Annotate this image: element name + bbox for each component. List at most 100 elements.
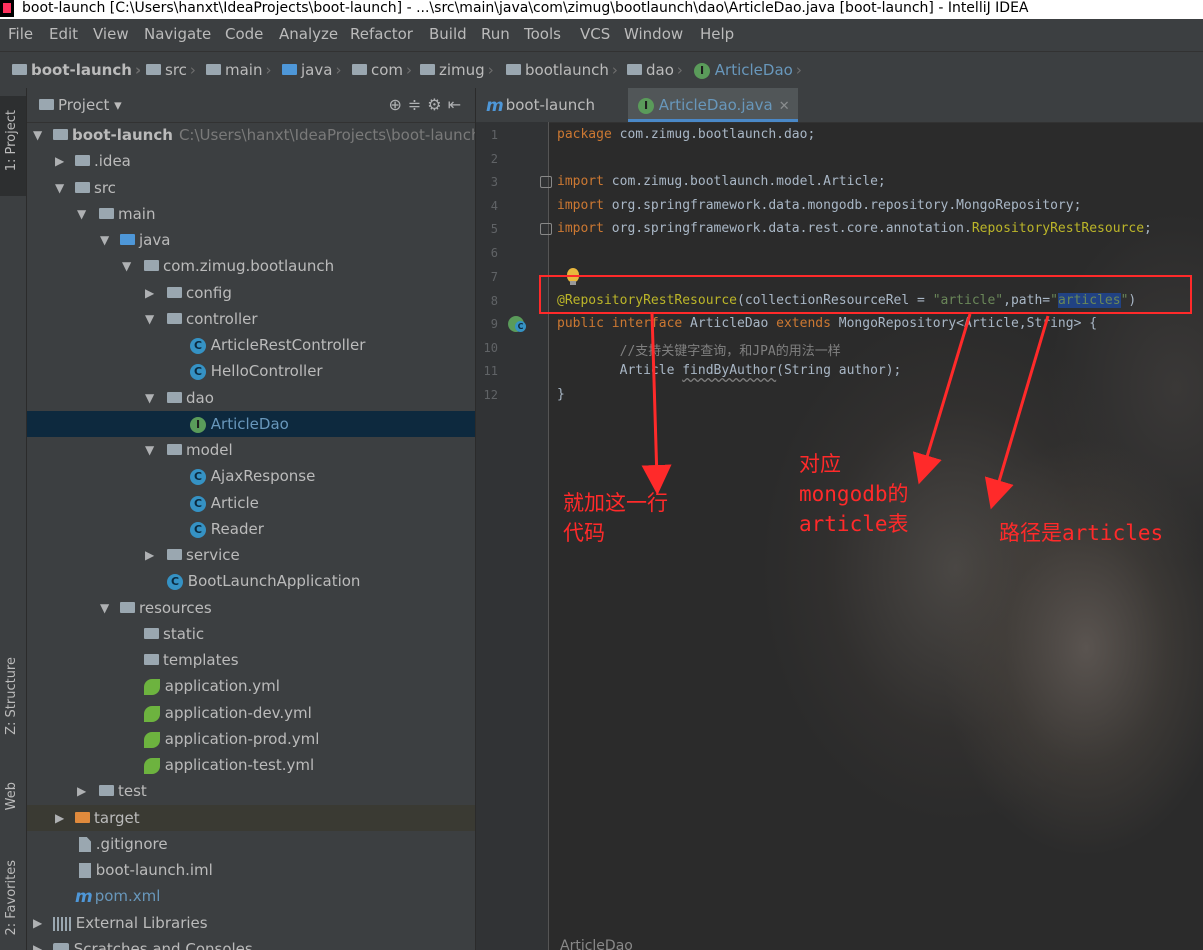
line-number: 3: [490, 175, 498, 189]
tree-item[interactable]: C AjaxResponse: [27, 463, 475, 489]
tab-articledao[interactable]: I ArticleDao.java ✕: [628, 88, 798, 122]
menu-tools[interactable]: Tools: [524, 25, 561, 43]
fold-marker-icon[interactable]: [540, 223, 552, 235]
tree-item-selected[interactable]: I ArticleDao: [27, 411, 475, 437]
tree-item[interactable]: ▼ dao: [27, 385, 475, 411]
bottom-breadcrumb[interactable]: ArticleDao: [560, 938, 633, 950]
menu-edit[interactable]: Edit: [49, 25, 78, 43]
tree-item[interactable]: C Article: [27, 490, 475, 516]
folder-icon: [75, 155, 90, 166]
folder-icon: [146, 64, 161, 75]
menu-vcs[interactable]: VCS: [580, 25, 610, 43]
crumb-src[interactable]: src ›: [146, 61, 199, 79]
tab-boot-launch[interactable]: m boot-launch: [486, 88, 626, 122]
tree-item[interactable]: ▶ .idea: [27, 148, 475, 174]
tree-item[interactable]: C Reader: [27, 516, 475, 542]
implementation-gutter-icon[interactable]: [508, 316, 526, 332]
tree-item[interactable]: ▶ config: [27, 280, 475, 306]
tree-item[interactable]: C BootLaunchApplication: [27, 568, 475, 594]
tree-label: model: [186, 441, 233, 459]
collapse-icon[interactable]: ≑: [408, 95, 427, 114]
crumb-boot-launch[interactable]: boot-launch ›: [12, 61, 144, 79]
tree-item[interactable]: .gitignore: [27, 831, 475, 857]
crumb-main[interactable]: main ›: [206, 61, 274, 79]
locate-icon[interactable]: ⊕: [388, 95, 407, 114]
crumb-label: java: [301, 61, 333, 79]
tree-item[interactable]: C ArticleRestController: [27, 332, 475, 358]
menu-file[interactable]: File: [8, 25, 33, 43]
tree-label: .gitignore: [95, 835, 168, 853]
tool-tab-project[interactable]: 1: Project: [0, 96, 26, 196]
crumb-articledao[interactable]: I ArticleDao ›: [694, 61, 805, 79]
tree-label: boot-launch: [72, 126, 173, 144]
maven-icon: m: [75, 886, 93, 907]
tree-item[interactable]: application-prod.yml: [27, 726, 475, 752]
highlight-box: [539, 275, 1192, 314]
menu-code[interactable]: Code: [225, 25, 263, 43]
line-number: 1: [490, 128, 498, 142]
tool-tab-web[interactable]: Web: [0, 778, 26, 828]
tree-item[interactable]: boot-launch.iml: [27, 857, 475, 883]
menu-analyze[interactable]: Analyze: [279, 25, 338, 43]
tree-label: Scratches and Consoles: [73, 940, 253, 950]
folder-icon: [75, 182, 90, 193]
menu-bar: File Edit View Navigate Code Analyze Ref…: [0, 19, 1203, 51]
code-line-10: //支持关键字查询，和JPA的用法一样: [557, 344, 841, 359]
tree-item[interactable]: ▶ Scratches and Consoles: [27, 936, 475, 950]
package-icon: [167, 444, 182, 455]
tree-item[interactable]: ▶ External Libraries: [27, 910, 475, 936]
tool-tab-structure[interactable]: Z: Structure: [0, 653, 26, 753]
tree-item[interactable]: C HelloController: [27, 358, 475, 384]
tree-item[interactable]: application-test.yml: [27, 752, 475, 778]
tree-root[interactable]: ▼ boot-launch C:\Users\hanxt\IdeaProjects\…: [27, 122, 475, 148]
code-line-12: }: [557, 387, 565, 402]
crumb-bootlaunch[interactable]: bootlaunch ›: [506, 61, 621, 79]
menu-window[interactable]: Window: [624, 25, 683, 43]
tree-item[interactable]: static: [27, 621, 475, 647]
tree-item[interactable]: ▶ target: [27, 805, 475, 831]
tree-item[interactable]: application-dev.yml: [27, 700, 475, 726]
tree-item[interactable]: ▼ src: [27, 175, 475, 201]
project-panel: Project ▾ ⊕≑⚙⇤ ▼ boot-launch C:\Users\hanx…: [27, 88, 476, 950]
menu-build[interactable]: Build: [429, 25, 467, 43]
tree-item[interactable]: ▼ resources: [27, 595, 475, 621]
tool-tab-label: Web: [4, 782, 19, 811]
tree-item[interactable]: ▼ java: [27, 227, 475, 253]
tree-item[interactable]: ▼ controller: [27, 306, 475, 332]
close-tab-icon[interactable]: ✕: [779, 99, 790, 114]
menu-navigate[interactable]: Navigate: [144, 25, 211, 43]
tree-label: target: [94, 809, 140, 827]
project-view-selector[interactable]: Project ▾: [39, 96, 122, 114]
source-folder-icon: [282, 64, 297, 75]
menu-run[interactable]: Run: [481, 25, 510, 43]
tree-item[interactable]: ▼ model: [27, 437, 475, 463]
tree-label: Article: [210, 494, 259, 512]
project-panel-header: Project ▾ ⊕≑⚙⇤: [27, 88, 475, 123]
spring-config-icon: [144, 705, 160, 722]
tree-item[interactable]: ▼ main: [27, 201, 475, 227]
tree-label: controller: [186, 310, 258, 328]
menu-help[interactable]: Help: [700, 25, 734, 43]
package-icon: [506, 64, 521, 75]
hide-icon[interactable]: ⇤: [448, 95, 467, 114]
libraries-icon: [53, 916, 71, 931]
tree-item[interactable]: templates: [27, 647, 475, 673]
tool-tab-favorites[interactable]: 2: Favorites: [0, 856, 26, 936]
tree-item[interactable]: application.yml: [27, 673, 475, 699]
tree-item[interactable]: ▼ com.zimug.bootlaunch: [27, 253, 475, 279]
crumb-zimug[interactable]: zimug ›: [420, 61, 497, 79]
fold-marker-icon[interactable]: [540, 176, 552, 188]
crumb-java[interactable]: java ›: [282, 61, 344, 79]
tree-label: ArticleDao: [210, 415, 289, 433]
crumb-com[interactable]: com ›: [352, 61, 415, 79]
code-line-9: public interface ArticleDao extends Mong…: [557, 316, 1098, 331]
tree-item[interactable]: ▶ service: [27, 542, 475, 568]
tree-item[interactable]: m pom.xml: [27, 883, 475, 909]
gear-icon[interactable]: ⚙: [427, 95, 447, 114]
project-icon: [39, 99, 54, 110]
crumb-dao[interactable]: dao ›: [627, 61, 686, 79]
menu-refactor[interactable]: Refactor: [350, 25, 413, 43]
tree-item[interactable]: ▶ test: [27, 778, 475, 804]
menu-view[interactable]: View: [93, 25, 129, 43]
tab-label: boot-launch: [505, 96, 596, 114]
